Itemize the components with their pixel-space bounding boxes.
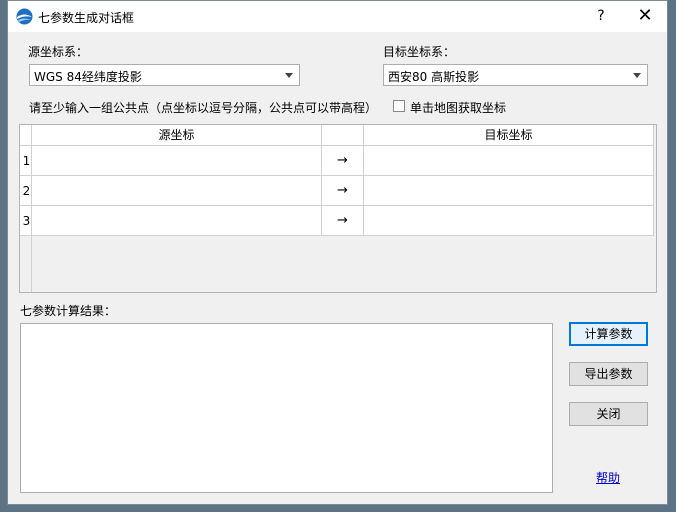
instruction-text: 请至少输入一组公共点（点坐标以逗号分隔，公共点可以带高程） xyxy=(29,101,378,115)
table-corner xyxy=(20,125,32,146)
help-link[interactable]: 帮助 xyxy=(596,469,620,486)
row-number: 1 xyxy=(20,146,32,176)
seven-param-dialog: 七参数生成对话框 ? ✕ 源坐标系： WGS 84经纬度投影 目标坐标系： 西安… xyxy=(7,0,668,505)
window-title: 七参数生成对话框 xyxy=(38,11,135,25)
chevron-down-icon xyxy=(285,73,293,78)
result-label: 七参数计算结果： xyxy=(20,304,117,318)
row-number: 2 xyxy=(20,176,32,206)
column-header-arrow xyxy=(322,125,364,146)
map-pick-checkbox[interactable] xyxy=(393,100,405,112)
target-crs-value: 西安80 高斯投影 xyxy=(388,70,480,84)
table-row: 1 → xyxy=(20,146,654,176)
chevron-down-icon xyxy=(633,73,641,78)
target-coord-cell[interactable] xyxy=(364,146,654,176)
source-crs-value: WGS 84经纬度投影 xyxy=(34,70,142,84)
arrow-right-icon: → xyxy=(322,206,364,236)
common-points-table: 源坐标 目标坐标 1 → 2 → 3 → xyxy=(19,124,657,293)
map-pick-label: 单击地图获取坐标 xyxy=(410,101,507,115)
target-crs-label: 目标坐标系： xyxy=(383,45,456,59)
close-button[interactable]: 关闭 xyxy=(569,402,648,426)
compute-params-button[interactable]: 计算参数 xyxy=(569,322,648,346)
table-empty-area xyxy=(32,236,656,292)
column-header-target: 目标坐标 xyxy=(364,125,654,146)
close-icon[interactable]: ✕ xyxy=(630,5,660,27)
table-row: 3 → xyxy=(20,206,654,236)
table-empty-header-area xyxy=(20,236,32,292)
source-crs-label: 源坐标系： xyxy=(28,45,89,59)
target-coord-cell[interactable] xyxy=(364,176,654,206)
source-coord-cell[interactable] xyxy=(32,176,322,206)
source-coord-cell[interactable] xyxy=(32,206,322,236)
app-logo-icon xyxy=(16,8,33,25)
source-coord-cell[interactable] xyxy=(32,146,322,176)
arrow-right-icon: → xyxy=(322,146,364,176)
result-textarea[interactable] xyxy=(20,323,553,493)
arrow-right-icon: → xyxy=(322,176,364,206)
help-icon[interactable]: ? xyxy=(586,5,616,27)
column-header-source: 源坐标 xyxy=(32,125,322,146)
target-crs-select[interactable]: 西安80 高斯投影 xyxy=(383,64,648,86)
target-coord-cell[interactable] xyxy=(364,206,654,236)
export-params-button[interactable]: 导出参数 xyxy=(569,362,648,386)
title-bar: 七参数生成对话框 ? ✕ xyxy=(8,1,667,32)
table-row: 2 → xyxy=(20,176,654,206)
row-number: 3 xyxy=(20,206,32,236)
source-crs-select[interactable]: WGS 84经纬度投影 xyxy=(29,64,300,86)
